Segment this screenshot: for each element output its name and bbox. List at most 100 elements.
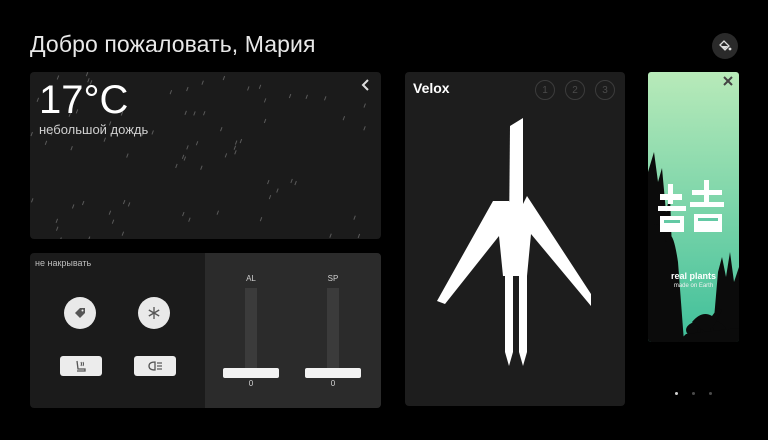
rain-drop xyxy=(182,211,185,217)
rain-drop xyxy=(200,165,203,170)
headlight-button[interactable] xyxy=(134,356,176,376)
controls-sliders: AL 0 SP 0 xyxy=(205,253,381,408)
slider-sp-value: 0 xyxy=(330,379,336,388)
rain-drop xyxy=(175,163,178,169)
rain-drop xyxy=(193,111,196,116)
ad-title: real plants xyxy=(670,271,717,281)
rain-drop xyxy=(224,153,228,158)
rain-drop xyxy=(71,204,75,209)
rain-drop xyxy=(30,131,33,137)
rain-drop xyxy=(294,180,297,186)
close-icon[interactable] xyxy=(722,75,734,87)
rain-drop xyxy=(55,218,59,223)
rain-drop xyxy=(108,210,112,215)
step-2[interactable]: 2 xyxy=(565,80,585,100)
rain-drop xyxy=(201,80,204,85)
rain-drop xyxy=(169,90,173,95)
slider-al-label: AL xyxy=(246,274,256,283)
pager-dot[interactable] xyxy=(692,392,695,395)
theme-button[interactable] xyxy=(712,33,738,59)
slider-sp-track[interactable] xyxy=(327,288,339,376)
controls-card: не накрывать AL 0 SP 0 xyxy=(30,253,381,408)
rain-drop xyxy=(324,96,327,101)
snowflake-button[interactable] xyxy=(138,297,170,329)
rain-drop xyxy=(122,199,126,205)
rain-drop xyxy=(203,111,206,116)
rain-drop xyxy=(268,194,272,200)
rain-drop xyxy=(276,188,279,193)
tag-button[interactable] xyxy=(64,297,96,329)
pager-dots xyxy=(675,392,712,395)
weather-temperature: 17°C xyxy=(39,78,129,122)
ad-banner[interactable]: real plants made on Earth xyxy=(648,72,739,342)
rain-drop xyxy=(220,126,223,132)
rain-drop xyxy=(259,217,263,222)
page-title: Добро пожаловать, Мария xyxy=(30,31,316,57)
controls-label: не накрывать xyxy=(35,258,92,268)
rain-drop xyxy=(234,140,238,145)
slider-al-value: 0 xyxy=(248,379,254,388)
weather-condition: небольшой дождь xyxy=(39,122,149,137)
rain-drop xyxy=(70,146,73,151)
rain-drop xyxy=(186,86,189,92)
rain-drop xyxy=(186,145,189,150)
pager-dot[interactable] xyxy=(709,392,712,395)
velox-title: Velox xyxy=(413,80,450,96)
velox-card[interactable]: Velox 1 2 3 xyxy=(405,72,625,406)
rain-drop xyxy=(111,219,115,224)
rain-drop xyxy=(258,84,262,89)
seat-heat-button[interactable] xyxy=(60,356,102,376)
seat-heat-icon xyxy=(76,360,86,372)
snowflake-icon xyxy=(148,307,160,319)
rain-drop xyxy=(267,179,270,185)
rain-drop xyxy=(234,150,237,155)
headlight-icon xyxy=(148,361,162,371)
step-3[interactable]: 3 xyxy=(595,80,615,100)
rain-drop xyxy=(151,130,154,135)
ad-subtitle: made on Earth xyxy=(673,283,714,289)
rain-drop xyxy=(233,145,237,150)
rain-drop xyxy=(195,141,199,146)
rain-drop xyxy=(363,126,366,131)
rain-drop xyxy=(103,137,106,142)
weather-card[interactable]: 17°C небольшой дождь xyxy=(30,72,381,239)
controls-buttons: не накрывать xyxy=(30,253,205,408)
step-1[interactable]: 1 xyxy=(535,80,555,100)
rain-drop xyxy=(88,236,91,239)
slider-sp-label: SP xyxy=(327,274,339,283)
rain-drop xyxy=(342,115,346,121)
slider-al-track[interactable] xyxy=(245,288,257,376)
rain-drop xyxy=(126,153,129,158)
rain-drop xyxy=(184,110,187,116)
rain-drop xyxy=(188,217,191,222)
rain-drop xyxy=(85,72,89,77)
rain-drop xyxy=(288,93,292,99)
slider-sp-thumb[interactable] xyxy=(305,368,361,378)
rain-drop xyxy=(55,226,59,231)
rain-drop xyxy=(121,231,125,236)
rain-drop xyxy=(216,210,219,215)
rain-drop xyxy=(222,75,226,81)
rain-drop xyxy=(30,198,34,203)
rain-drop xyxy=(127,202,131,207)
chevron-left-icon[interactable] xyxy=(359,78,373,92)
rain-drop xyxy=(329,233,332,238)
tag-icon xyxy=(75,308,85,318)
rain-drop xyxy=(353,215,356,220)
pager-dot[interactable] xyxy=(675,392,678,395)
aircraft-illustration xyxy=(437,118,591,366)
rain-drop xyxy=(363,103,366,108)
rain-drop xyxy=(357,233,361,239)
ad-background xyxy=(648,72,739,342)
rain-drop xyxy=(60,237,62,239)
rain-drop xyxy=(81,200,85,206)
rain-drop xyxy=(247,86,250,91)
slider-al-thumb[interactable] xyxy=(223,368,279,378)
rain-drop xyxy=(290,178,293,184)
paint-bucket-icon xyxy=(719,40,732,51)
rain-drop xyxy=(239,138,243,144)
rain-drop xyxy=(181,154,185,159)
rain-drop xyxy=(263,98,267,103)
rain-drop xyxy=(183,156,187,161)
rain-drop xyxy=(305,94,308,99)
